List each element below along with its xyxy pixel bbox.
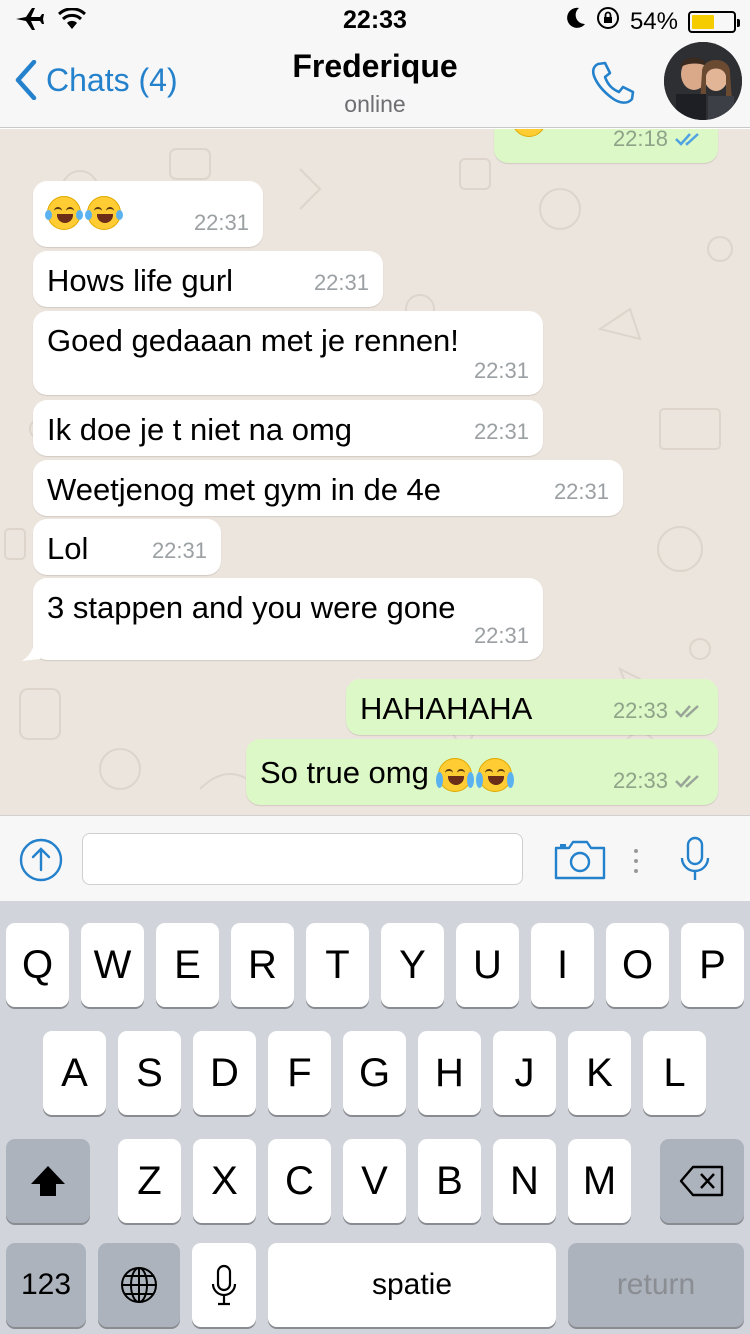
moon-icon [566,7,586,36]
key-i[interactable]: I [531,923,594,1007]
bubble-tail [22,641,40,661]
loudly-crying-emoji-icon [435,757,474,792]
dictation-key[interactable] [192,1243,256,1327]
camera-button[interactable] [553,840,607,885]
status-bar: 22:33 54% [0,0,750,40]
message-time: 22:31 [313,270,369,295]
shift-key[interactable] [6,1139,90,1223]
voice-message-button[interactable] [680,836,710,887]
message-bubble-incoming[interactable]: Weetjenog met gym in de 4e 22:31 [33,460,623,516]
key-r[interactable]: R [231,923,294,1007]
message-bubble-incoming[interactable]: 22:31 [33,181,263,247]
globe-key[interactable] [98,1243,180,1327]
message-list[interactable]: 22:18 22:31 Hows life gurl 22:31 Goed ge… [0,129,750,815]
message-time: 22:33 [612,698,668,723]
key-n[interactable]: N [493,1139,556,1223]
message-bubble-incoming[interactable]: Ik doe je t niet na omg 22:31 [33,400,543,456]
separator-dots [633,848,639,879]
key-p[interactable]: P [681,923,744,1007]
key-k[interactable]: K [568,1031,631,1115]
message-bubble-incoming[interactable]: Goed gedaaan met je rennen! 22:31 [33,311,543,395]
key-x[interactable]: X [193,1139,256,1223]
key-j[interactable]: J [493,1031,556,1115]
message-text: So true omg [260,755,429,790]
message-time: 22:31 [473,623,529,648]
delete-icon [679,1165,724,1197]
battery-icon [688,10,740,33]
message-bubble-incoming[interactable]: 3 stappen and you were gone 22:31 [33,578,543,660]
voice-call-button[interactable] [588,58,638,113]
shift-arrow-icon [31,1166,65,1196]
key-h[interactable]: H [418,1031,481,1115]
key-u[interactable]: U [456,923,519,1007]
message-bubble-incoming[interactable]: Hows life gurl 22:31 [33,251,383,307]
delivered-receipt-icon [675,705,699,718]
phone-icon [591,61,635,104]
key-y[interactable]: Y [381,923,444,1007]
rotation-lock-icon [596,6,620,37]
message-time: 22:33 [612,768,668,793]
key-t[interactable]: T [306,923,369,1007]
message-emojis [45,193,127,230]
key-d[interactable]: D [193,1031,256,1115]
globe-icon [121,1267,157,1303]
emoji-icon [512,129,546,137]
microphone-icon [211,1264,237,1306]
read-receipt-icon [675,133,699,146]
key-f[interactable]: F [268,1031,331,1115]
loudly-crying-emoji-icon [475,757,514,792]
message-time: 22:31 [473,419,529,444]
message-text: Goed gedaaan met je rennen! [47,323,459,358]
share-arrow-icon [19,838,63,882]
key-a[interactable]: A [43,1031,106,1115]
message-input[interactable] [82,833,523,885]
chat-header: Chats (4) Frederique online [0,40,750,128]
crying-laughing-emoji-icon [45,195,83,230]
space-key[interactable]: spatie [268,1243,556,1327]
message-text: Lol [47,531,89,566]
message-time: 22:31 [151,538,207,563]
message-text: Ik doe je t niet na omg [47,412,353,447]
key-g[interactable]: G [343,1031,406,1115]
message-bubble-outgoing[interactable]: So true omg 22:33 [246,739,718,805]
key-q[interactable]: Q [6,923,69,1007]
backspace-key[interactable] [660,1139,744,1223]
message-time: 22:18 [612,129,668,151]
key-z[interactable]: Z [118,1139,181,1223]
key-b[interactable]: B [418,1139,481,1223]
numbers-key[interactable]: 123 [6,1243,86,1327]
key-c[interactable]: C [268,1139,331,1223]
key-v[interactable]: V [343,1139,406,1223]
key-s[interactable]: S [118,1031,181,1115]
return-key[interactable]: return [568,1243,744,1327]
crying-laughing-emoji-icon [85,195,123,230]
delivered-receipt-icon [675,775,699,788]
attach-button[interactable] [18,837,64,888]
key-o[interactable]: O [606,923,669,1007]
message-bubble-outgoing[interactable]: HAHAHAHA 22:33 [346,679,718,735]
message-time: 22:31 [553,479,609,504]
key-w[interactable]: W [81,923,144,1007]
message-time: 22:31 [193,210,249,235]
message-text: HAHAHAHA [360,691,533,726]
key-l[interactable]: L [643,1031,706,1115]
battery-percent: 54% [629,7,678,35]
camera-icon [554,840,606,880]
message-bubble-incoming[interactable]: Lol 22:31 [33,519,221,575]
message-text: 3 stappen and you were gone [47,590,456,625]
contact-avatar[interactable] [664,42,742,120]
microphone-icon [680,836,710,880]
key-e[interactable]: E [156,923,219,1007]
message-text: Hows life gurl [47,263,234,298]
message-time: 22:31 [473,358,529,383]
message-bubble-outgoing[interactable]: 22:18 [494,129,718,163]
key-m[interactable]: M [568,1139,631,1223]
message-input-bar [0,815,750,901]
keyboard: Q W E R T Y U I O P A S D F G H J K L Z … [0,901,750,1334]
message-text: Weetjenog met gym in de 4e [47,472,442,507]
